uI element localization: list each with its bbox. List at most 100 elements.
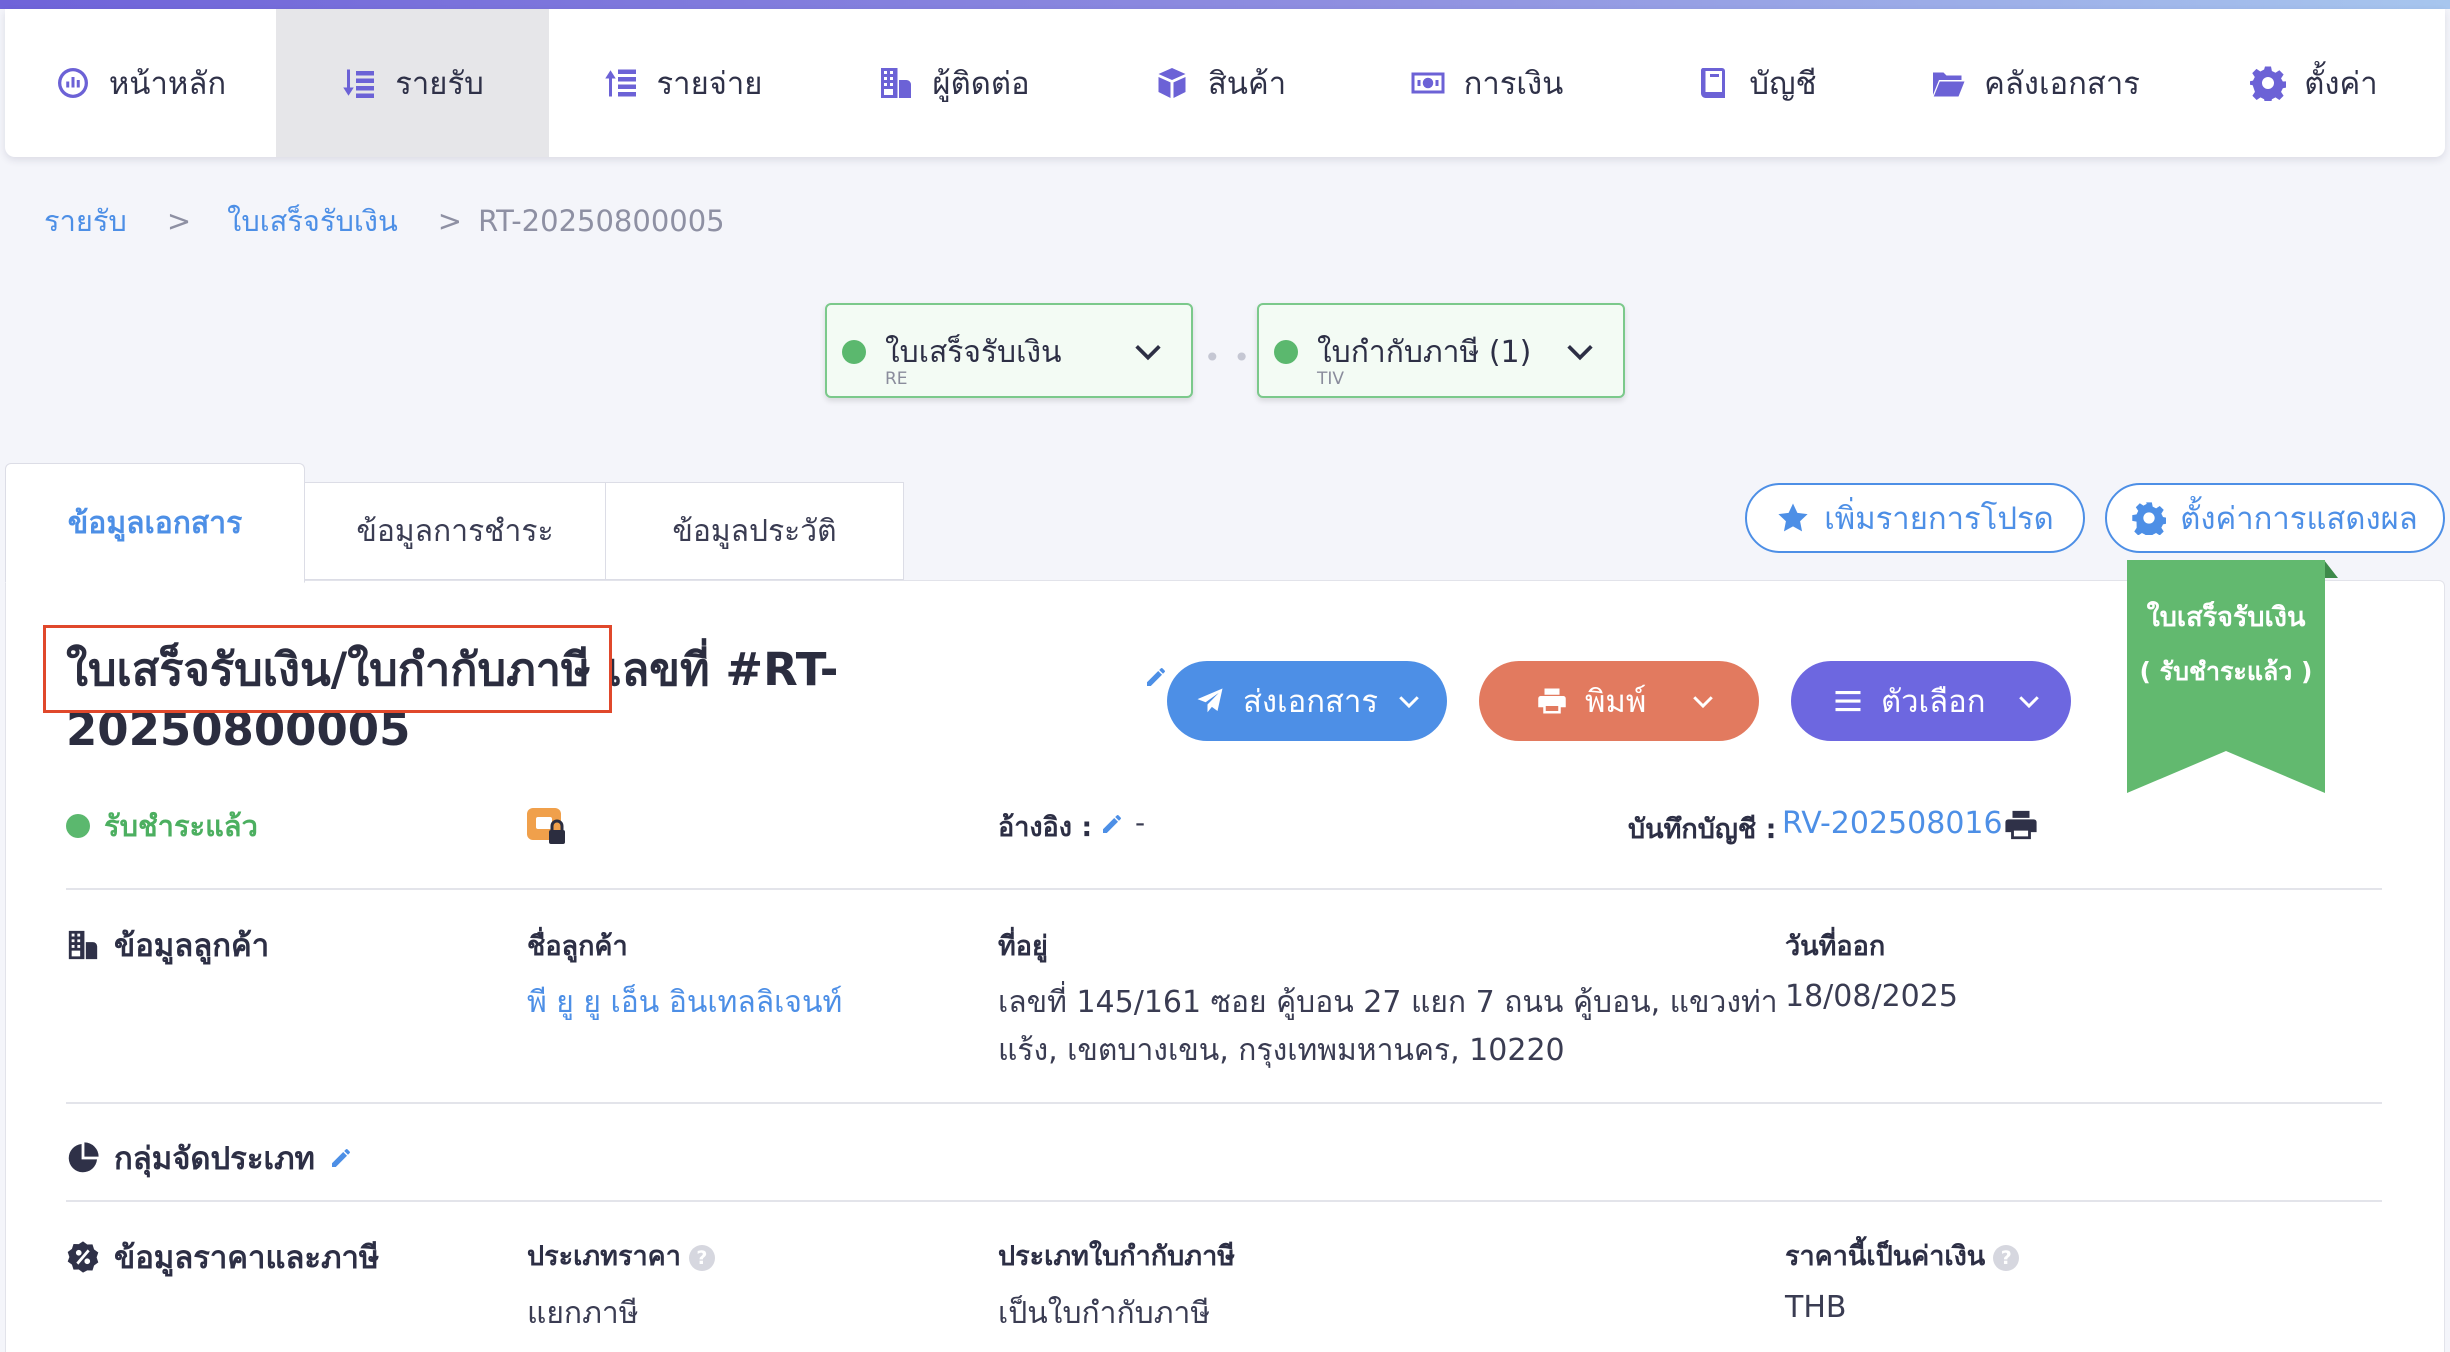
building-icon (68, 930, 98, 960)
customer-name-link[interactable]: พี ยู ยู เอ็น อินเทลลิเจนท์ (527, 979, 842, 1026)
divider (66, 1200, 2382, 1202)
ribbon-status: ( รับชำระแล้ว ) (2139, 657, 2313, 686)
flow-tax-invoice-title: ใบกำกับภาษี (1) (1317, 335, 1532, 370)
help-icon[interactable]: ? (688, 1244, 715, 1271)
nav-item-label: คลังเอกสาร (1984, 66, 2140, 102)
book-icon (1701, 68, 1726, 98)
contacts-icon (881, 68, 912, 98)
help-icon[interactable]: ? (1993, 1244, 2020, 1271)
category-section-label: กลุ่มจัดประเภท (114, 1141, 315, 1177)
nav-item-products[interactable]: สินค้า (1092, 9, 1348, 157)
page-title: ใบเสร็จรับเงิน/ใบกำกับภาษี เลขที่ #RT- 2… (66, 640, 926, 760)
status-dot (842, 340, 866, 364)
tab-history[interactable]: ข้อมูลประวัติ (605, 482, 904, 580)
breadcrumb-income[interactable]: รายรับ (44, 198, 127, 244)
edit-reference-icon[interactable] (1100, 812, 1124, 836)
chevron-down-icon (1135, 345, 1161, 361)
status-dot (1274, 340, 1298, 364)
customer-section-title: ข้อมูลลูกค้า (66, 920, 269, 970)
nav-item-label: หน้าหลัก (108, 66, 227, 102)
price-type-value: แยกภาษี (527, 1296, 639, 1331)
journal-link[interactable]: RV-202508016 (1782, 806, 2003, 841)
price-type-label: ประเภทราคา? (527, 1234, 715, 1277)
chevron-down-icon (1693, 696, 1714, 709)
options-button[interactable]: ตัวเลือก (1791, 661, 2071, 741)
display-settings-label: ตั้งค่าการแสดงผล (2180, 501, 2418, 537)
payment-status: รับชำระแล้ว (66, 803, 258, 849)
flow-receipt-title: ใบเสร็จรับเงิน (885, 335, 1062, 370)
top-accent-stripe (0, 0, 2450, 9)
nav-item-label: การเงิน (1463, 66, 1564, 102)
ribbon-fold (2324, 560, 2338, 578)
edit-title-icon[interactable] (1144, 665, 1168, 689)
chevron-down-icon (1399, 696, 1419, 709)
send-document-button[interactable]: ส่งเอกสาร (1167, 661, 1447, 741)
breadcrumb-current: RT-20250800005 (478, 204, 725, 238)
flow-tax-invoice-code: TIV (1317, 369, 1345, 389)
nav-item-finance[interactable]: การเงิน (1348, 9, 1625, 157)
nav-item-settings[interactable]: ตั้งค่า (2183, 9, 2445, 157)
nav-item-label: ตั้งค่า (2304, 66, 2378, 102)
status-dot (66, 814, 90, 838)
nav-item-dashboard[interactable]: หน้าหลัก (5, 9, 276, 157)
pricing-section-title: ข้อมูลราคาและภาษี (66, 1232, 379, 1282)
main-nav: หน้าหลัก รายรับ รายจ่าย ผู้ติดต่อ สินค้า… (5, 9, 2445, 157)
tax-invoice-type-value: เป็นใบกำกับภาษี (998, 1296, 1211, 1331)
address-label: ที่อยู่ (998, 931, 1048, 962)
nav-item-label: บัญชี (1749, 66, 1817, 102)
breadcrumb: รายรับ > ใบเสร็จรับเงิน > RT-20250800005 (44, 198, 725, 244)
locked-document-icon[interactable] (525, 806, 569, 848)
page-title-line2: 20250800005 (66, 703, 411, 756)
print-label: พิมพ์ (1585, 684, 1647, 720)
tax-invoice-type-label: ประเภทใบกำกับภาษี (998, 1241, 1236, 1272)
ribbon-title: ใบเสร็จรับเงิน (2146, 602, 2306, 633)
gear-icon (2250, 66, 2287, 101)
customer-name-label: ชื่อลูกค้า (527, 931, 628, 962)
page-title-line1: ใบเสร็จรับเงิน/ใบกำกับภาษี เลขที่ #RT- (66, 643, 839, 696)
nav-item-contacts[interactable]: ผู้ติดต่อ (816, 9, 1092, 157)
payment-status-label: รับชำระแล้ว (104, 809, 258, 843)
nav-item-label: สินค้า (1207, 66, 1287, 102)
dashboard-icon (57, 68, 88, 98)
display-settings-button[interactable]: ตั้งค่าการแสดงผล (2105, 483, 2445, 553)
box-icon (1158, 68, 1186, 98)
options-label: ตัวเลือก (1881, 684, 1986, 720)
income-icon (343, 69, 375, 98)
nav-item-expense[interactable]: รายจ่าย (549, 9, 816, 157)
issue-date-value: 18/08/2025 (1785, 979, 1958, 1014)
money-icon (1411, 72, 1445, 94)
chevron-down-icon (2018, 696, 2039, 709)
edit-category-icon[interactable] (329, 1146, 353, 1170)
nav-item-documents[interactable]: คลังเอกสาร (1887, 9, 2183, 157)
percent-badge-icon (67, 1241, 99, 1273)
printer-icon (1538, 688, 1566, 714)
folder-icon (1933, 72, 1965, 97)
nav-item-accounting[interactable]: บัญชี (1625, 9, 1887, 157)
nav-item-label: ผู้ติดต่อ (932, 66, 1030, 102)
tab-payment-info[interactable]: ข้อมูลการชำระ (304, 482, 606, 580)
price-type-label-text: ประเภทราคา (527, 1241, 681, 1272)
flow-tax-invoice[interactable]: ใบกำกับภาษี (1) TIV (1257, 303, 1625, 398)
expense-icon (604, 69, 636, 97)
customer-section-label: ข้อมูลลูกค้า (114, 928, 270, 964)
nav-item-label: รายรับ (395, 66, 484, 102)
breadcrumb-separator: > (166, 204, 192, 238)
currency-label-text: ราคานี้เป็นค่าเงิน (1785, 1241, 1986, 1272)
reference-label: อ้างอิง : (998, 812, 1093, 843)
nav-item-label: รายจ่าย (656, 66, 763, 102)
tab-document-info[interactable]: ข้อมูลเอกสาร (5, 463, 305, 583)
pricing-section-label: ข้อมูลราคาและภาษี (114, 1240, 380, 1276)
currency-value: THB (1785, 1290, 1847, 1325)
pie-chart-icon (68, 1142, 99, 1173)
nav-item-income[interactable]: รายรับ (276, 9, 549, 157)
issue-date-label: วันที่ออก (1785, 931, 1886, 962)
reference-value: - (1135, 806, 1146, 839)
chevron-down-icon (1567, 345, 1593, 361)
add-favorite-button[interactable]: เพิ่มรายการโปรด (1745, 483, 2085, 553)
flow-receipt[interactable]: ใบเสร็จรับเงิน RE (825, 303, 1193, 398)
breadcrumb-receipts[interactable]: ใบเสร็จรับเงิน (227, 198, 398, 244)
printer-icon[interactable] (2004, 808, 2038, 842)
address-line2: แร้ง, เขตบางเขน, กรุงเทพมหานคร, 10220 (998, 1033, 1565, 1068)
print-button[interactable]: พิมพ์ (1479, 661, 1759, 741)
paper-plane-icon (1197, 688, 1223, 713)
